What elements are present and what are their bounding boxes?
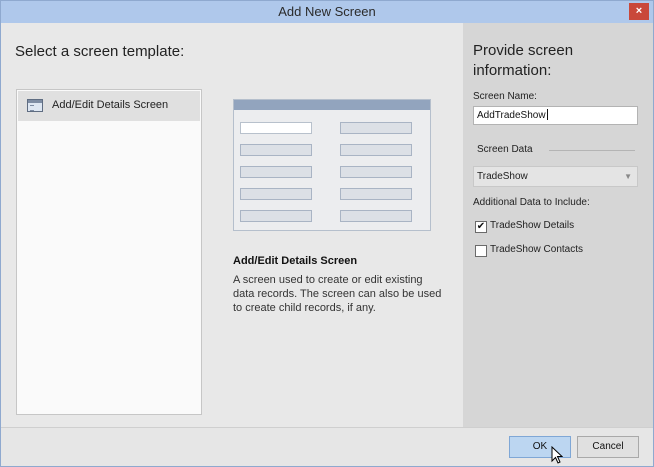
- template-description-title: Add/Edit Details Screen: [233, 255, 358, 267]
- title-bar: Add New Screen ×: [1, 1, 653, 23]
- template-list[interactable]: Add/Edit Details Screen: [16, 89, 202, 415]
- preview-field: [340, 188, 412, 200]
- dialog-footer: OK Cancel: [1, 427, 653, 466]
- preview-field: [340, 166, 412, 178]
- tradeshow-contacts-label[interactable]: TradeShow Contacts: [490, 244, 583, 255]
- chevron-down-icon: ▼: [624, 172, 632, 181]
- template-description-text: A screen used to create or edit existing…: [233, 274, 442, 314]
- cancel-button[interactable]: Cancel: [577, 436, 639, 458]
- screen-name-input[interactable]: AddTradeShow: [473, 106, 638, 125]
- template-item-add-edit-details[interactable]: Add/Edit Details Screen: [18, 91, 200, 121]
- preview-field: [240, 122, 312, 134]
- template-preview: [233, 99, 431, 231]
- screen-data-select[interactable]: TradeShow ▼: [473, 166, 638, 187]
- template-panel: Select a screen template: Add/Edit Detai…: [1, 23, 463, 427]
- preview-field: [240, 188, 312, 200]
- screen-info-panel: Provide screen information: Screen Name:…: [463, 23, 653, 427]
- tradeshow-contacts-checkbox[interactable]: [475, 245, 487, 257]
- add-new-screen-dialog: Add New Screen × Select a screen templat…: [0, 0, 654, 467]
- screen-template-icon: [27, 99, 43, 112]
- preview-field: [240, 166, 312, 178]
- screen-name-label: Screen Name:: [473, 91, 537, 102]
- template-item-label: Add/Edit Details Screen: [52, 99, 169, 111]
- tradeshow-details-checkbox[interactable]: ✔: [475, 221, 487, 233]
- text-caret: [546, 109, 548, 120]
- additional-data-label: Additional Data to Include:: [473, 197, 590, 208]
- preview-title-bar: [234, 100, 430, 110]
- close-icon: ×: [635, 5, 643, 17]
- screen-data-value: TradeShow: [477, 171, 528, 182]
- section-divider: [549, 150, 635, 151]
- screen-name-value: AddTradeShow: [477, 110, 546, 121]
- preview-field: [340, 144, 412, 156]
- preview-field: [340, 210, 412, 222]
- mouse-cursor-icon: [551, 446, 563, 464]
- screen-info-heading: Provide screen information:: [473, 42, 574, 79]
- tradeshow-details-label[interactable]: TradeShow Details: [490, 220, 574, 231]
- check-icon: ✔: [476, 221, 486, 232]
- template-heading: Select a screen template:: [15, 43, 185, 60]
- close-button[interactable]: ×: [629, 3, 649, 20]
- preview-field: [240, 210, 312, 222]
- preview-field: [240, 144, 312, 156]
- preview-field: [340, 122, 412, 134]
- screen-data-label: Screen Data: [477, 144, 533, 155]
- dialog-title: Add New Screen: [278, 4, 376, 19]
